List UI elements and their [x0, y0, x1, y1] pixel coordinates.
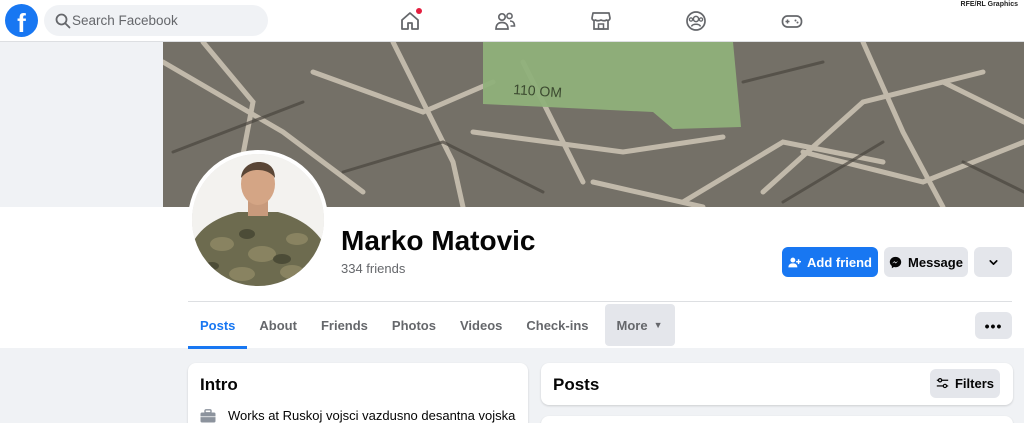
- add-friend-label: Add friend: [807, 254, 872, 270]
- facebook-logo[interactable]: f: [5, 4, 38, 37]
- tab-photos[interactable]: Photos: [380, 304, 448, 346]
- tab-more-label: More: [616, 317, 648, 333]
- header-divider: [188, 301, 1012, 302]
- profile-avatar[interactable]: [188, 150, 328, 290]
- message-button[interactable]: Message: [884, 247, 968, 277]
- top-bar: f RFE/RL Graphics: [0, 0, 1024, 42]
- friends-count[interactable]: 334 friends: [341, 261, 405, 276]
- filters-label: Filters: [954, 376, 994, 391]
- profile-name: Marko Matovic: [341, 225, 536, 256]
- message-label: Message: [908, 254, 963, 270]
- svg-text:110 OM: 110 OM: [513, 81, 563, 100]
- tab-friends[interactable]: Friends: [309, 304, 380, 346]
- tab-posts[interactable]: Posts: [188, 304, 248, 349]
- intro-work-text: Works at Ruskoj vojsci vazdusno desantna…: [228, 408, 516, 423]
- profile-tabs: Posts About Friends Photos Videos Check-…: [188, 304, 675, 349]
- nav-marketplace[interactable]: [587, 7, 615, 35]
- add-friend-icon: [788, 257, 801, 267]
- tab-check-ins[interactable]: Check-ins: [514, 304, 600, 346]
- image-credit: RFE/RL Graphics: [958, 0, 1020, 9]
- ellipsis-icon: •••: [984, 317, 1003, 334]
- post-composer-card: [541, 416, 1013, 423]
- messenger-icon: [889, 256, 902, 268]
- caret-down-icon: ▼: [653, 320, 663, 330]
- avatar-photo: [192, 154, 324, 286]
- briefcase-icon: [200, 408, 216, 422]
- nav-gaming[interactable]: [778, 7, 806, 35]
- tab-more[interactable]: More ▼: [604, 304, 675, 346]
- friends-icon: [495, 12, 516, 30]
- intro-title: Intro: [200, 375, 238, 394]
- nav-friends[interactable]: [491, 7, 519, 35]
- filters-icon: [936, 378, 949, 389]
- search-box[interactable]: [44, 5, 268, 36]
- intro-work-row: Works at Ruskoj vojsci vazdusno desantna…: [200, 408, 515, 423]
- posts-title: Posts: [553, 375, 600, 394]
- search-input[interactable]: [72, 5, 260, 36]
- profile-options-button[interactable]: [974, 247, 1012, 277]
- search-icon: [55, 13, 71, 29]
- add-friend-button[interactable]: Add friend: [782, 247, 878, 277]
- nav-home[interactable]: [396, 7, 424, 35]
- marketplace-icon: [591, 12, 611, 30]
- more-options-button[interactable]: •••: [975, 312, 1012, 339]
- posts-card: Posts Filters: [541, 363, 1013, 405]
- nav-groups[interactable]: [682, 7, 710, 35]
- gaming-icon: [781, 15, 803, 28]
- tab-about[interactable]: About: [247, 304, 309, 346]
- chevron-down-icon: [988, 259, 998, 265]
- notification-dot: [416, 8, 422, 14]
- groups-icon: [686, 11, 706, 31]
- filters-button[interactable]: Filters: [930, 369, 1000, 398]
- tab-videos[interactable]: Videos: [448, 304, 514, 346]
- intro-card: Intro Works at Ruskoj vojsci vazdusno de…: [188, 363, 528, 423]
